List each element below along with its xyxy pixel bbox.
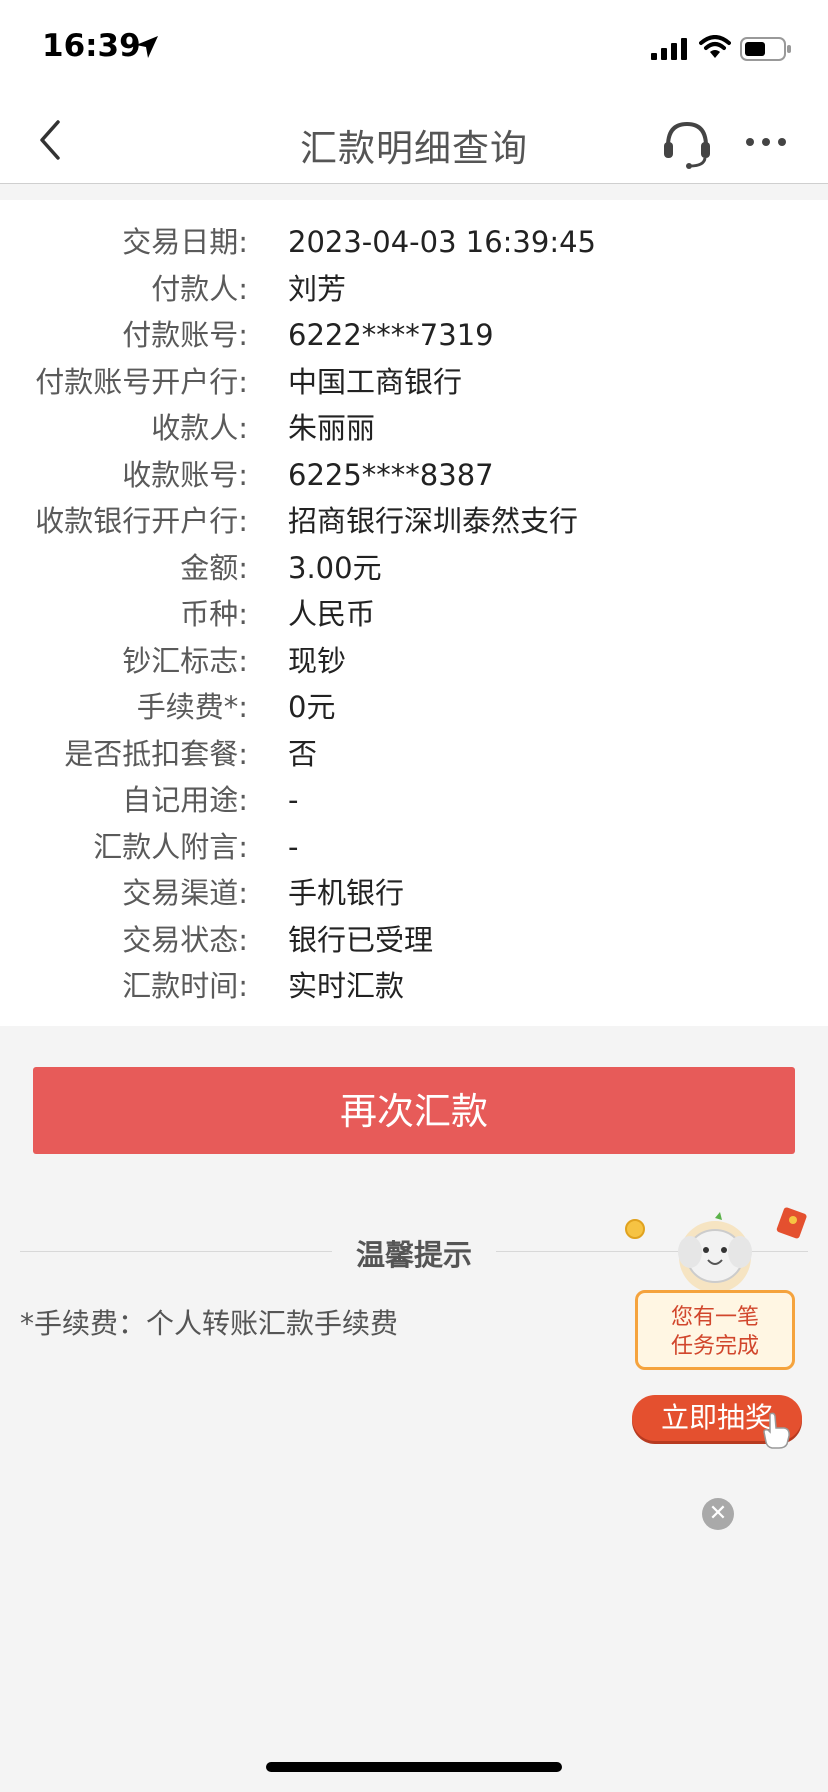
detail-row-date: 交易日期: 2023-04-03 16:39:45 <box>0 220 828 264</box>
status-time: 16:39 <box>42 28 141 64</box>
detail-label: 付款账号开户行: <box>35 364 248 399</box>
detail-label: 金额: <box>180 550 248 585</box>
detail-label: 付款人: <box>151 271 248 306</box>
detail-row-payee: 收款人: 朱丽丽 <box>0 406 828 450</box>
detail-value: 中国工商银行 <box>288 364 463 399</box>
detail-label: 汇款时间: <box>122 969 248 1003</box>
detail-value: 银行已受理 <box>288 922 434 957</box>
detail-value: - <box>288 783 299 817</box>
detail-row-package-deduction: 是否抵扣套餐: 否 <box>0 732 828 776</box>
detail-label: 交易状态: <box>122 922 248 957</box>
nav-bar: 汇款明细查询 <box>0 100 828 184</box>
detail-row-payee-account: 收款账号: 6225****8387 <box>0 453 828 497</box>
detail-row-payee-bank: 收款银行开户行: 招商银行深圳泰然支行 <box>0 499 828 543</box>
detail-value: 0元 <box>288 690 336 724</box>
detail-row-remark: 汇款人附言: - <box>0 825 828 869</box>
detail-row-channel: 交易渠道: 手机银行 <box>0 871 828 915</box>
detail-label: 付款账号: <box>122 318 248 352</box>
detail-row-payer-account: 付款账号: 6222****7319 <box>0 313 828 357</box>
detail-value: - <box>288 829 299 864</box>
detail-value: 6225****8387 <box>288 457 494 492</box>
detail-value: 刘芳 <box>288 271 347 306</box>
signal-icon <box>651 38 689 64</box>
detail-value: 6222****7319 <box>288 318 494 352</box>
location-arrow-icon <box>134 34 160 64</box>
detail-label: 手续费*: <box>136 690 248 724</box>
wifi-icon <box>699 35 731 63</box>
red-envelope-icon <box>776 1204 812 1244</box>
detail-row-status: 交易状态: 银行已受理 <box>0 918 828 962</box>
detail-value: 实时汇款 <box>288 969 405 1003</box>
detail-value: 3.00元 <box>288 550 382 585</box>
detail-value: 2023-04-03 16:39:45 <box>288 225 596 259</box>
more-dots-icon[interactable] <box>744 130 788 154</box>
headset-icon[interactable] <box>660 116 714 170</box>
status-bar: 16:39 <box>0 0 828 100</box>
detail-label: 收款账号: <box>122 457 248 492</box>
coin-icon <box>624 1218 646 1244</box>
tips-text: *手续费：个人转账汇款手续费 <box>20 1307 399 1340</box>
detail-value: 手机银行 <box>288 876 405 910</box>
detail-label: 自记用途: <box>122 783 248 817</box>
detail-value: 招商银行深圳泰然支行 <box>288 504 579 538</box>
detail-row-payer: 付款人: 刘芳 <box>0 267 828 311</box>
detail-label: 是否抵扣套餐: <box>64 736 248 771</box>
detail-row-payer-bank: 付款账号开户行: 中国工商银行 <box>0 360 828 404</box>
detail-value: 现钞 <box>288 643 347 678</box>
detail-label: 钞汇标志: <box>122 643 248 678</box>
detail-row-purpose: 自记用途: - <box>0 778 828 822</box>
detail-value: 否 <box>288 736 318 771</box>
detail-label: 交易日期: <box>122 225 248 259</box>
promo-widget[interactable]: 您有一笔 任务完成 立即抽奖 <box>620 1200 820 1465</box>
detail-row-fee: 手续费*: 0元 <box>0 685 828 729</box>
detail-label: 收款银行开户行: <box>35 504 248 538</box>
close-icon[interactable]: ✕ <box>702 1498 734 1530</box>
detail-label: 币种: <box>180 597 248 631</box>
detail-label: 汇款人附言: <box>93 829 248 864</box>
remit-again-button[interactable]: 再次汇款 <box>33 1067 795 1154</box>
detail-label: 收款人: <box>151 411 248 445</box>
detail-row-remit-time: 汇款时间: 实时汇款 <box>0 964 828 1008</box>
pointer-hand-icon <box>760 1410 794 1454</box>
promo-line: 您有一笔 <box>670 1305 759 1330</box>
promo-line: 任务完成 <box>670 1334 759 1359</box>
detail-value: 人民币 <box>288 597 376 631</box>
detail-row-amount: 金额: 3.00元 <box>0 546 828 590</box>
detail-value: 朱丽丽 <box>288 411 376 445</box>
battery-icon <box>740 37 792 65</box>
home-indicator <box>266 1762 562 1772</box>
remittance-detail-card: 交易日期: 2023-04-03 16:39:45 付款人: 刘芳 付款账号: … <box>0 200 828 1026</box>
detail-label: 交易渠道: <box>122 876 248 910</box>
detail-row-cash-flag: 钞汇标志: 现钞 <box>0 639 828 683</box>
promo-message-card: 您有一笔 任务完成 <box>635 1290 795 1370</box>
detail-row-currency: 币种: 人民币 <box>0 592 828 636</box>
